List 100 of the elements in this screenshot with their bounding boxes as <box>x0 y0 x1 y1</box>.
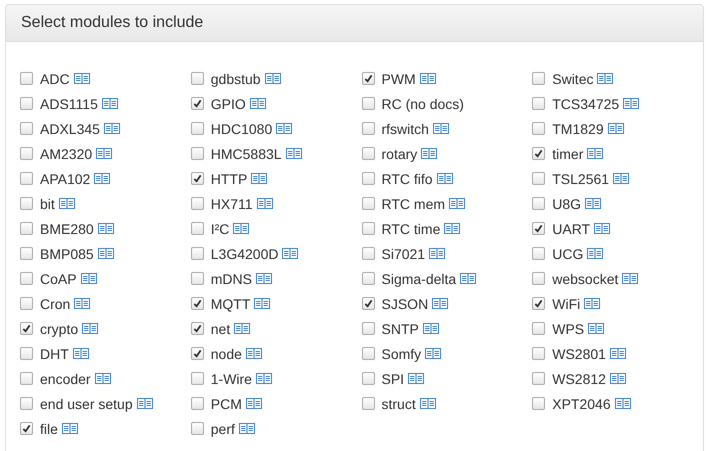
module-label[interactable]: Sigma-delta <box>382 270 456 286</box>
checkbox[interactable] <box>190 297 204 310</box>
checkbox[interactable] <box>532 222 546 235</box>
book-icon[interactable] <box>420 73 436 84</box>
checkbox[interactable] <box>362 222 374 235</box>
module-label[interactable]: rfswitch <box>382 120 429 136</box>
checkbox[interactable] <box>20 422 33 435</box>
module-label[interactable]: AM2320 <box>40 146 92 162</box>
checkbox[interactable] <box>532 172 546 185</box>
book-icon[interactable] <box>136 398 153 409</box>
checkbox[interactable] <box>532 397 546 410</box>
module-label[interactable]: Somfy <box>382 346 422 362</box>
module-label[interactable]: gdbstub <box>210 70 261 86</box>
book-icon[interactable] <box>622 273 638 284</box>
module-label[interactable]: MQTT <box>210 296 250 312</box>
checkbox[interactable] <box>362 147 374 160</box>
module-label[interactable]: WS2801 <box>552 346 606 362</box>
checkbox[interactable] <box>190 222 204 235</box>
module-label[interactable]: mDNS <box>210 270 252 286</box>
book-icon[interactable] <box>72 348 89 359</box>
checkbox[interactable] <box>20 397 33 410</box>
module-label[interactable]: Switec <box>552 70 594 86</box>
checkbox[interactable] <box>190 247 204 260</box>
module-label[interactable]: GPIO <box>210 96 246 112</box>
book-icon[interactable] <box>420 398 436 409</box>
book-icon[interactable] <box>256 273 272 284</box>
module-label[interactable]: struct <box>382 396 416 412</box>
module-label[interactable]: BMP085 <box>40 246 94 262</box>
module-label[interactable]: WS2812 <box>552 370 606 386</box>
checkbox[interactable] <box>362 247 374 260</box>
module-label[interactable]: L3G4200D <box>210 246 278 262</box>
module-label[interactable]: HDC1080 <box>210 120 272 136</box>
checkbox[interactable] <box>362 322 374 335</box>
module-label[interactable]: file <box>40 420 58 436</box>
module-label[interactable]: SNTP <box>382 320 419 336</box>
module-label[interactable]: HTTP <box>210 170 248 186</box>
checkbox[interactable] <box>190 197 204 210</box>
checkbox[interactable] <box>362 72 374 85</box>
checkbox[interactable] <box>532 247 546 260</box>
module-label[interactable]: PCM <box>210 396 242 412</box>
book-icon[interactable] <box>610 348 626 359</box>
checkbox[interactable] <box>362 172 374 185</box>
checkbox[interactable] <box>20 97 33 110</box>
book-icon[interactable] <box>408 373 424 384</box>
book-icon[interactable] <box>80 273 97 284</box>
book-icon[interactable] <box>613 173 630 184</box>
book-icon[interactable] <box>234 323 250 334</box>
book-icon[interactable] <box>256 373 272 384</box>
book-icon[interactable] <box>82 323 98 334</box>
book-icon[interactable] <box>246 398 262 409</box>
book-icon[interactable] <box>436 173 453 184</box>
book-icon[interactable] <box>62 423 78 434</box>
book-icon[interactable] <box>246 348 262 359</box>
checkbox[interactable] <box>190 347 204 360</box>
checkbox[interactable] <box>190 172 204 185</box>
checkbox[interactable] <box>20 322 33 335</box>
module-label[interactable]: SPI <box>382 370 404 386</box>
book-icon[interactable] <box>460 273 476 284</box>
checkbox[interactable] <box>362 122 374 135</box>
book-icon[interactable] <box>98 248 114 259</box>
module-label[interactable]: node <box>210 346 242 362</box>
module-label[interactable]: PWM <box>382 70 416 86</box>
book-icon[interactable] <box>276 123 292 134</box>
checkbox[interactable] <box>362 97 374 110</box>
book-icon[interactable] <box>610 373 626 384</box>
module-label[interactable]: TSL2561 <box>552 170 610 186</box>
checkbox[interactable] <box>532 72 546 85</box>
checkbox[interactable] <box>190 397 204 410</box>
checkbox[interactable] <box>20 122 33 135</box>
module-label[interactable]: Si7021 <box>382 246 426 262</box>
checkbox[interactable] <box>20 197 33 210</box>
module-label[interactable]: crypto <box>40 320 78 336</box>
checkbox[interactable] <box>20 147 33 160</box>
checkbox[interactable] <box>20 347 33 360</box>
module-label[interactable]: UART <box>552 220 590 236</box>
checkbox[interactable] <box>190 422 204 435</box>
module-label[interactable]: end user setup <box>40 396 133 412</box>
module-label[interactable]: UCG <box>552 246 584 262</box>
book-icon[interactable] <box>608 123 624 134</box>
module-label[interactable]: RTC fifo <box>382 170 433 186</box>
module-label[interactable]: WPS <box>552 320 584 336</box>
checkbox[interactable] <box>190 322 204 335</box>
module-label[interactable]: WiFi <box>552 296 580 312</box>
module-label[interactable]: ADXL345 <box>40 120 100 136</box>
checkbox[interactable] <box>532 122 546 135</box>
book-icon[interactable] <box>96 148 112 159</box>
module-label[interactable]: websocket <box>552 270 618 286</box>
book-icon[interactable] <box>251 173 268 184</box>
module-label[interactable]: perf <box>210 420 235 436</box>
book-icon[interactable] <box>104 123 120 134</box>
module-label[interactable]: encoder <box>40 370 91 386</box>
checkbox[interactable] <box>20 372 33 385</box>
checkbox[interactable] <box>532 322 546 335</box>
book-icon[interactable] <box>588 323 604 334</box>
checkbox[interactable] <box>20 272 33 285</box>
book-icon[interactable] <box>74 73 90 84</box>
book-icon[interactable] <box>250 98 266 109</box>
checkbox[interactable] <box>362 372 374 385</box>
checkbox[interactable] <box>190 147 204 160</box>
checkbox[interactable] <box>532 197 546 210</box>
